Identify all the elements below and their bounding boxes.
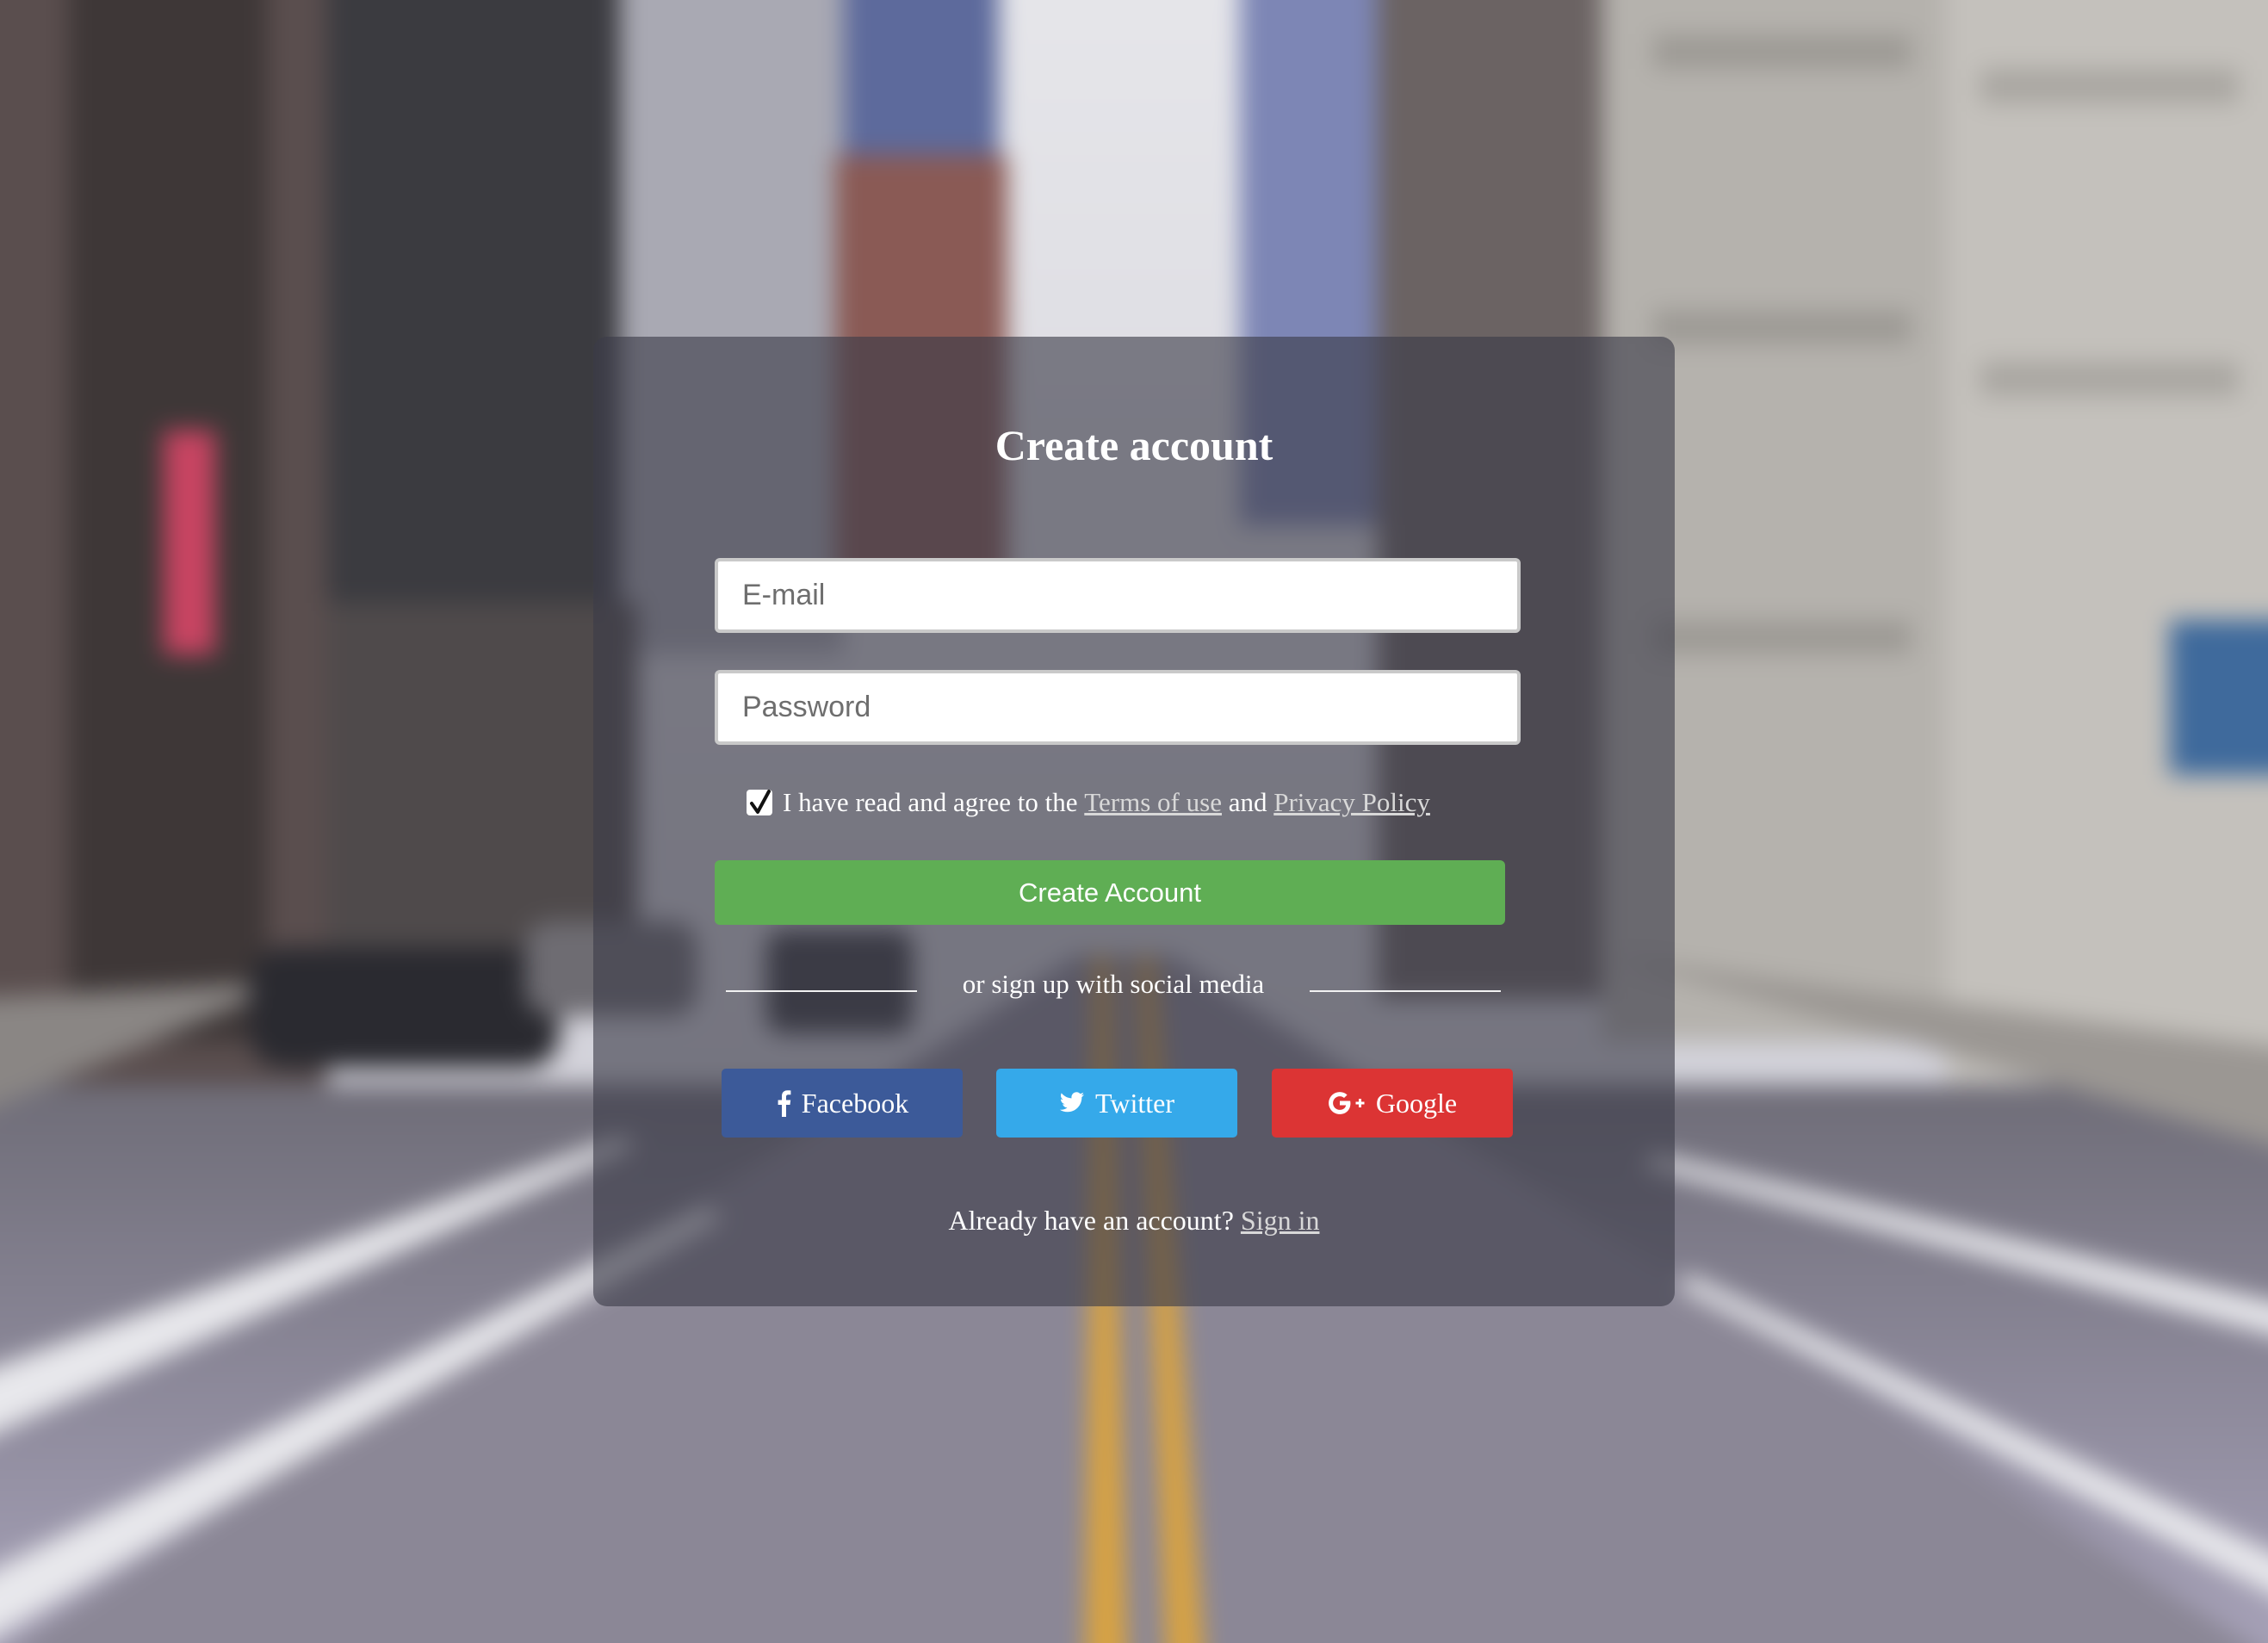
signup-card: Create account I have read and agree to …: [593, 337, 1675, 1306]
terms-agreement: I have read and agree to the Terms of us…: [747, 784, 1430, 822]
create-account-button[interactable]: Create Account: [715, 860, 1505, 925]
checkmark-icon: [750, 790, 771, 814]
divider-line-left: [726, 990, 917, 992]
signin-prompt: Already have an account?: [948, 1205, 1234, 1236]
sign-in-link[interactable]: Sign in: [1241, 1205, 1320, 1236]
terms-conjunction: and: [1228, 787, 1267, 817]
page-title: Create account: [995, 421, 1273, 469]
twitter-label: Twitter: [1095, 1087, 1174, 1119]
twitter-signup-button[interactable]: Twitter: [996, 1069, 1237, 1138]
privacy-policy-link[interactable]: Privacy Policy: [1273, 787, 1430, 818]
google-plus-icon: [1328, 1091, 1366, 1115]
facebook-signup-button[interactable]: Facebook: [722, 1069, 963, 1138]
google-signup-button[interactable]: Google: [1272, 1069, 1513, 1138]
email-input[interactable]: [715, 558, 1521, 633]
signin-prompt-row: Already have an account? Sign in: [593, 1201, 1675, 1239]
terms-of-use-link[interactable]: Terms of use: [1084, 787, 1222, 818]
facebook-label: Facebook: [801, 1087, 909, 1119]
facebook-icon: [776, 1089, 791, 1117]
twitter-icon: [1059, 1092, 1085, 1114]
terms-checkbox[interactable]: [747, 790, 772, 815]
social-divider-text: or sign up with social media: [962, 969, 1265, 999]
terms-prefix: I have read and agree to the: [783, 787, 1078, 817]
password-input[interactable]: [715, 670, 1521, 745]
google-label: Google: [1375, 1087, 1458, 1119]
divider-line-right: [1310, 990, 1501, 992]
